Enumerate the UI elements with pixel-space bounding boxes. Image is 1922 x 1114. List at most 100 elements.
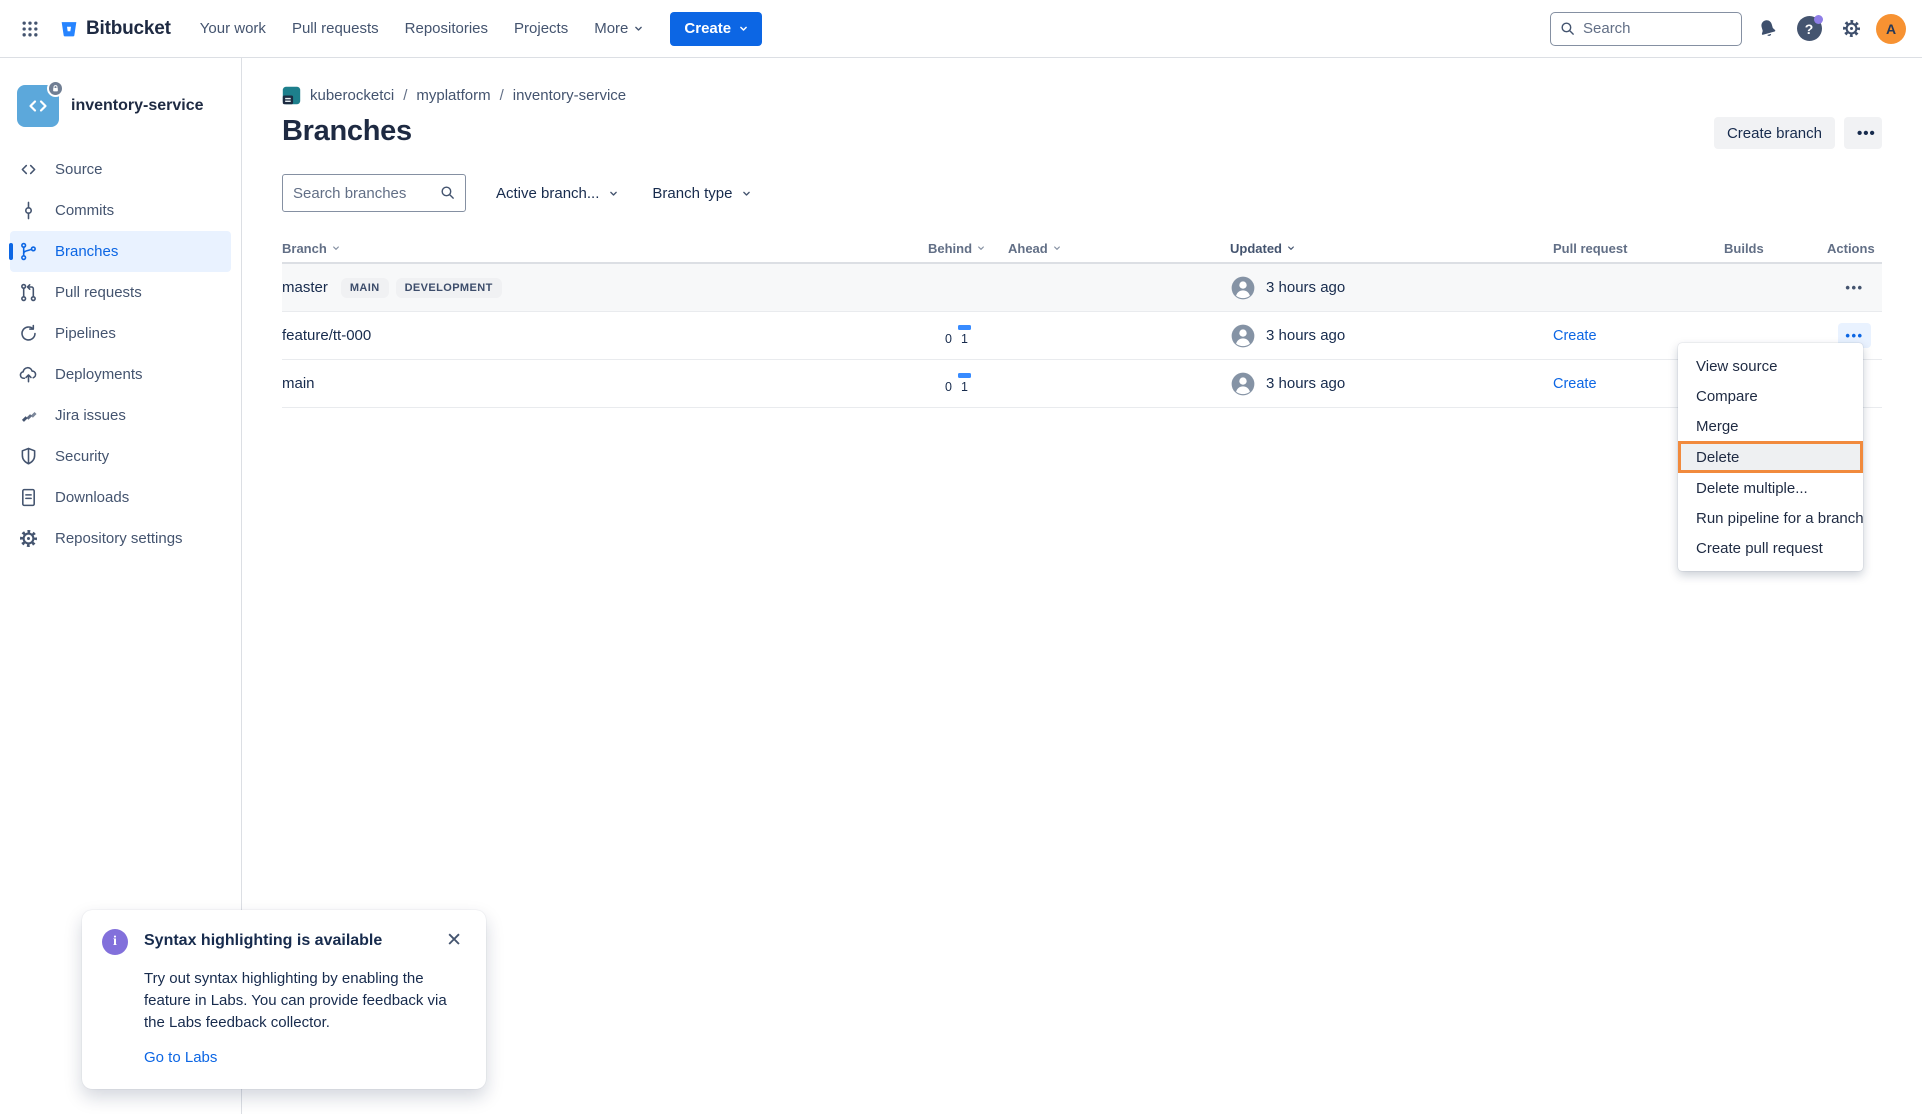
security-icon [18, 446, 39, 467]
source-icon [18, 159, 39, 180]
search-icon [1559, 20, 1576, 37]
settings-icon [18, 528, 39, 549]
page-title: Branches [282, 115, 412, 148]
create-branch-button[interactable]: Create branch [1714, 117, 1835, 149]
user-avatar[interactable]: A [1876, 14, 1906, 44]
branches-table: BranchBehindAheadUpdatedPull requestBuil… [282, 234, 1882, 408]
behind-count: 0 [942, 325, 955, 346]
branch-filters: Active branch... Branch type [282, 174, 1882, 212]
ahead-count: 1 [958, 325, 971, 346]
behind-count: 0 [942, 373, 955, 394]
title-row: Branches Create branch ••• [282, 115, 1882, 149]
nav-item-projects[interactable]: Projects [503, 12, 579, 45]
column-header-updated[interactable]: Updated [1230, 241, 1553, 256]
sidebar-item-branches[interactable]: Branches [10, 231, 231, 272]
chevron-down-icon [739, 24, 748, 33]
breadcrumb-separator: / [500, 87, 504, 104]
global-search-input[interactable] [1550, 12, 1742, 46]
column-header-actions: Actions [1827, 241, 1882, 256]
page-more-button[interactable]: ••• [1844, 117, 1882, 149]
updated-time: 3 hours ago [1266, 327, 1345, 344]
bitbucket-logo[interactable]: Bitbucket [54, 18, 181, 40]
info-icon: i [102, 929, 128, 955]
sidebar-item-security[interactable]: Security [10, 436, 231, 477]
menu-item-delete-multiple[interactable]: Delete multiple... [1678, 473, 1863, 503]
repo-name: inventory-service [71, 97, 204, 115]
main-content: kuberocketci / myplatform / inventory-se… [242, 58, 1922, 408]
breadcrumb-workspace[interactable]: kuberocketci [310, 87, 394, 104]
pull-requests-icon [18, 282, 39, 303]
table-row: master MAIN DEVELOPMENT 3 hours ago ••• [282, 264, 1882, 312]
breadcrumb-separator: / [403, 87, 407, 104]
column-header-ahead[interactable]: Ahead [1008, 241, 1230, 256]
repo-header: inventory-service [0, 85, 241, 127]
nav-item-repositories[interactable]: Repositories [394, 12, 499, 45]
nav-item-more[interactable]: More [583, 12, 654, 45]
code-icon [26, 94, 50, 118]
help-badge-dot [1814, 15, 1823, 24]
updated-time: 3 hours ago [1266, 279, 1345, 296]
badge-main: MAIN [341, 278, 389, 298]
menu-item-run-pipeline-for-a-branch[interactable]: Run pipeline for a branch [1678, 503, 1863, 533]
notification-title: Syntax highlighting is available [144, 929, 428, 950]
sidebar-item-source[interactable]: Source [10, 149, 231, 190]
table-row: main 01 3 hours ago Create ••• [282, 360, 1882, 408]
breadcrumb-repo[interactable]: inventory-service [513, 87, 626, 104]
nav-item-pull-requests[interactable]: Pull requests [281, 12, 390, 45]
table-header: BranchBehindAheadUpdatedPull requestBuil… [282, 234, 1882, 264]
updated-time: 3 hours ago [1266, 375, 1345, 392]
menu-item-view-source[interactable]: View source [1678, 351, 1863, 381]
menu-item-delete[interactable]: Delete [1678, 441, 1863, 473]
downloads-icon [18, 487, 39, 508]
menu-item-compare[interactable]: Compare [1678, 381, 1863, 411]
column-header-branch[interactable]: Branch [282, 241, 928, 256]
branch-name-link[interactable]: feature/tt-000 [282, 327, 371, 344]
primary-nav: Your workPull requestsRepositoriesProjec… [189, 12, 655, 45]
sidebar-item-downloads[interactable]: Downloads [10, 477, 231, 518]
sidebar-item-deployments[interactable]: Deployments [10, 354, 231, 395]
sidebar-item-commits[interactable]: Commits [10, 190, 231, 231]
sidebar-item-repository-settings[interactable]: Repository settings [10, 518, 231, 559]
user-avatar-icon [1230, 275, 1256, 301]
active-branches-filter[interactable]: Active branch... [492, 179, 622, 208]
sort-chevron-icon [1053, 244, 1061, 252]
commits-icon [18, 200, 39, 221]
notifications-bell-icon[interactable] [1750, 12, 1784, 46]
repo-avatar[interactable] [17, 85, 59, 127]
title-actions: Create branch ••• [1714, 117, 1882, 149]
create-button[interactable]: Create [670, 12, 762, 46]
breadcrumb-project[interactable]: myplatform [416, 87, 490, 104]
app-switcher-icon[interactable] [14, 13, 46, 45]
user-avatar-icon [1230, 371, 1256, 397]
notification-body: Try out syntax highlighting by enabling … [144, 968, 464, 1035]
branch-name-link[interactable]: main [282, 375, 315, 392]
create-pull-request-link[interactable]: Create [1553, 376, 1597, 392]
user-avatar-icon [1230, 323, 1256, 349]
go-to-labs-link[interactable]: Go to Labs [144, 1049, 217, 1066]
jira-icon [18, 405, 39, 426]
settings-gear-icon[interactable] [1834, 12, 1868, 46]
table-body: master MAIN DEVELOPMENT 3 hours ago ••• f… [282, 264, 1882, 408]
branch-type-filter[interactable]: Branch type [648, 179, 755, 208]
project-avatar-icon [282, 86, 301, 105]
sort-chevron-icon [1287, 244, 1295, 252]
create-pull-request-link[interactable]: Create [1553, 328, 1597, 344]
close-icon[interactable]: ✕ [444, 929, 464, 952]
pipelines-icon [18, 323, 39, 344]
sidebar-item-pull-requests[interactable]: Pull requests [10, 272, 231, 313]
ahead-count: 1 [958, 373, 971, 394]
sidebar-item-jira-issues[interactable]: Jira issues [10, 395, 231, 436]
badge-development: DEVELOPMENT [396, 278, 502, 298]
column-header-behind[interactable]: Behind [928, 241, 1008, 256]
help-icon[interactable]: ? [1792, 12, 1826, 46]
branch-actions-menu: View sourceCompareMergeDeleteDelete mult… [1678, 343, 1863, 571]
row-actions-ellipsis-icon[interactable]: ••• [1838, 275, 1870, 300]
brand-name: Bitbucket [86, 18, 171, 40]
search-icon [439, 184, 456, 201]
menu-item-create-pull-request[interactable]: Create pull request [1678, 533, 1863, 563]
column-header-builds: Builds [1724, 241, 1827, 256]
nav-item-your-work[interactable]: Your work [189, 12, 277, 45]
branch-name-link[interactable]: master [282, 279, 328, 296]
menu-item-merge[interactable]: Merge [1678, 411, 1863, 441]
sidebar-item-pipelines[interactable]: Pipelines [10, 313, 231, 354]
